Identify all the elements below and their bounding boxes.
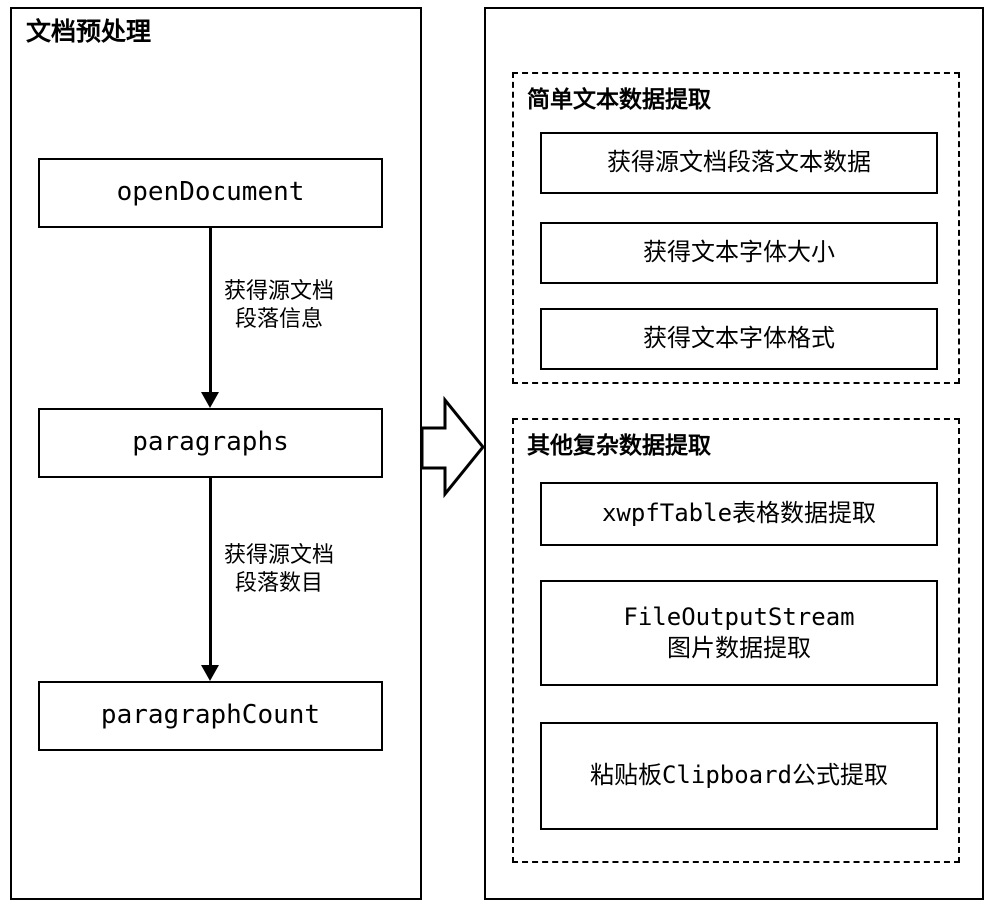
arrow2-label: 获得源文档 段落数目 (224, 542, 334, 597)
group1-item1: 获得源文档段落文本数据 (540, 132, 938, 194)
group2-item2-line2: 图片数据提取 (667, 634, 811, 662)
big-arrow-icon (420, 390, 485, 505)
arrow1-label-line1: 获得源文档 (224, 279, 334, 304)
group2-item1: xwpfTable表格数据提取 (540, 482, 938, 546)
arrow-head-2 (201, 665, 219, 681)
group1-item2: 获得文本字体大小 (540, 222, 938, 284)
step-paragraph-count: paragraphCount (38, 681, 383, 751)
group2-item2: FileOutputStream 图片数据提取 (540, 580, 938, 686)
group2-item2-line1: FileOutputStream (623, 603, 854, 631)
group1-item3: 获得文本字体格式 (540, 308, 938, 370)
arrow-head-1 (201, 392, 219, 408)
arrow-line-2 (209, 478, 212, 666)
group1-title: 简单文本数据提取 (523, 80, 715, 114)
arrow1-label: 获得源文档 段落信息 (224, 278, 334, 333)
step-open-document: openDocument (38, 158, 383, 228)
arrow2-label-line2: 段落数目 (235, 571, 323, 596)
arrow1-label-line2: 段落信息 (235, 307, 323, 332)
group2-title: 其他复杂数据提取 (523, 426, 715, 460)
step-paragraphs: paragraphs (38, 408, 383, 478)
arrow-line-1 (209, 228, 212, 393)
diagram-canvas: 文档预处理 openDocument 获得源文档 段落信息 paragraphs… (0, 0, 1000, 911)
left-panel-title: 文档预处理 (22, 12, 155, 48)
arrow2-label-line1: 获得源文档 (224, 543, 334, 568)
group2-item3: 粘贴板Clipboard公式提取 (540, 722, 938, 830)
